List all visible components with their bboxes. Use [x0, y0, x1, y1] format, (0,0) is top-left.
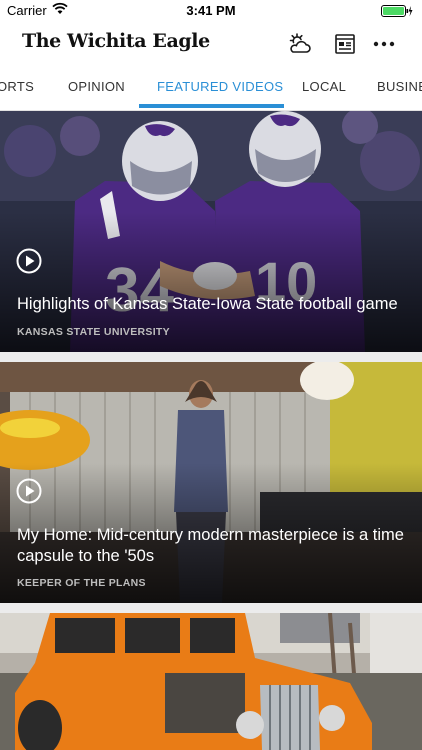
tab-local[interactable]: LOCAL — [302, 66, 346, 110]
video-title[interactable]: Highlights of Kansas State-Iowa State fo… — [17, 294, 408, 315]
weather-icon[interactable] — [287, 31, 313, 57]
battery-icon — [381, 5, 413, 23]
video-card[interactable] — [0, 613, 422, 750]
video-card[interactable]: My Home: Mid-century modern masterpiece … — [0, 362, 422, 603]
video-source-label: KEEPER OF THE PLANS — [17, 577, 146, 589]
status-time: 3:41 PM — [186, 3, 236, 18]
video-source-label: KANSAS STATE UNIVERSITY — [17, 326, 170, 338]
newspaper-icon[interactable] — [332, 31, 358, 57]
tab-active-indicator — [139, 104, 284, 108]
app-header: The Wichita Eagle — [0, 22, 422, 66]
more-icon[interactable] — [372, 31, 398, 57]
video-card[interactable]: 34 10 Highlights of Kansas State-Iowa St… — [0, 111, 422, 352]
tab-opinion[interactable]: OPINION — [68, 66, 125, 110]
tab-sports[interactable]: ORTS — [0, 66, 34, 110]
video-thumbnail — [0, 613, 422, 750]
play-icon[interactable] — [16, 478, 42, 504]
tab-business[interactable]: BUSINES — [377, 66, 422, 110]
video-title[interactable]: My Home: Mid-century modern masterpiece … — [17, 525, 408, 567]
play-icon[interactable] — [16, 248, 42, 274]
status-bar: Carrier 3:41 PM — [0, 0, 422, 22]
app-logo[interactable]: The Wichita Eagle — [22, 30, 210, 52]
